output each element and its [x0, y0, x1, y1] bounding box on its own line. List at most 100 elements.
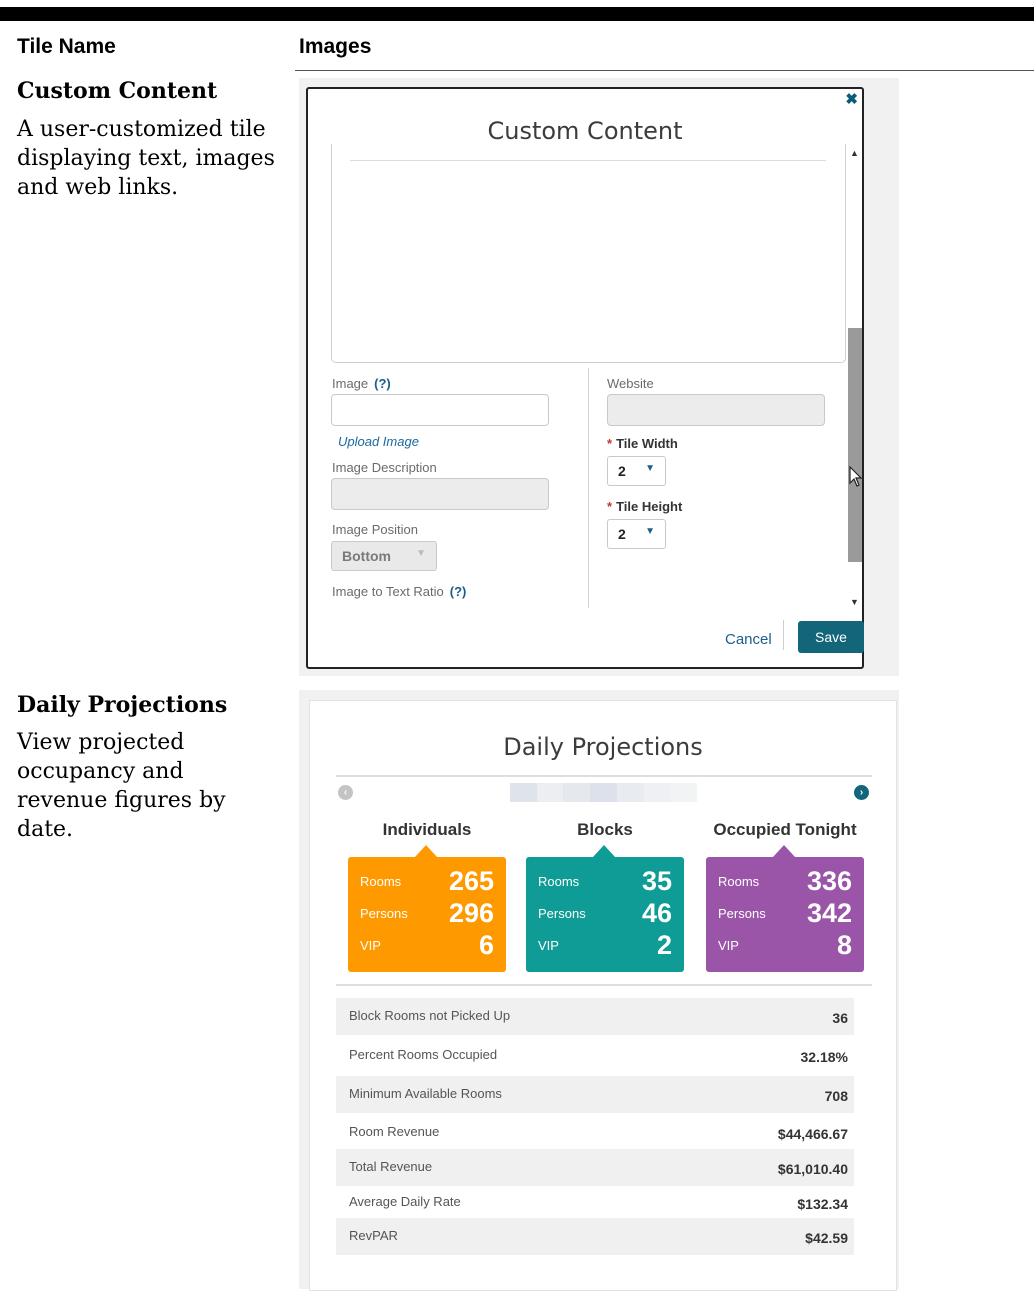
stat-label: Average Daily Rate: [349, 1194, 461, 1209]
vip-label: VIP: [360, 938, 381, 953]
tile-height-label-row: * Tile Height: [607, 499, 682, 514]
close-icon[interactable]: ✖: [845, 92, 858, 107]
column-divider: [588, 368, 589, 608]
stat-row: Block Rooms not Picked Up 36: [336, 998, 854, 1035]
stat-row: Total Revenue $61,010.40: [336, 1149, 854, 1186]
image-label-row: Image (?): [332, 376, 391, 391]
date-strip[interactable]: [510, 783, 698, 802]
stat-label: RevPAR: [349, 1228, 398, 1243]
stat-row: RevPAR $42.59: [336, 1218, 854, 1255]
vip-value: 2: [656, 930, 672, 960]
tile-height-value: 2: [618, 526, 626, 542]
header-divider: [295, 70, 1034, 71]
stats-divider: [336, 984, 872, 986]
tile-name-custom-content: Custom Content: [17, 78, 218, 104]
stat-value: $61,010.40: [777, 1161, 848, 1177]
persons-value: 46: [641, 898, 672, 928]
selection-notch: [773, 845, 795, 857]
stat-value: 32.18%: [800, 1049, 848, 1065]
chevron-down-icon: ▼: [645, 463, 655, 474]
image-position-value: Bottom: [342, 548, 391, 564]
image-label: Image: [332, 376, 369, 391]
scrollbar-thumb[interactable]: [848, 328, 862, 562]
image-position-select[interactable]: Bottom ▼: [331, 541, 437, 571]
rooms-value: 336: [806, 866, 852, 896]
cancel-button[interactable]: Cancel: [725, 631, 772, 648]
stat-row: Percent Rooms Occupied 32.18%: [336, 1037, 854, 1074]
required-marker: *: [607, 499, 613, 514]
persons-label: Persons: [718, 906, 766, 921]
ratio-help-link[interactable]: (?): [450, 584, 467, 599]
tile-description-custom-content: A user-customized tile displaying text, …: [17, 117, 275, 200]
tile-width-select[interactable]: 2 ▼: [607, 456, 666, 486]
rooms-label: Rooms: [360, 874, 402, 889]
occupied-tonight-box[interactable]: Rooms 336 Persons 342 VIP 8: [706, 845, 864, 972]
tile-height-label: Tile Height: [616, 499, 683, 514]
image-position-label: Image Position: [332, 522, 418, 537]
tile-width-label: Tile Width: [616, 436, 678, 451]
tile-title: Daily Projections: [503, 733, 703, 761]
mouse-pointer-icon: [849, 466, 863, 487]
daily-projections-card: Daily Projections ‹ › Individuals Blocks…: [309, 700, 897, 1291]
ratio-label-row: Image to Text Ratio (?): [332, 584, 466, 599]
website-input[interactable]: [607, 394, 825, 426]
group-label-blocks: Blocks: [577, 820, 633, 839]
footer-separator: [783, 620, 784, 650]
vip-value: 6: [478, 930, 494, 960]
group-label-individuals: Individuals: [382, 820, 472, 839]
scrollbar[interactable]: ▲ ▼: [846, 144, 864, 609]
upload-image-link[interactable]: Upload Image: [338, 434, 419, 449]
scroll-down-icon[interactable]: ▼: [850, 597, 859, 607]
content-editor[interactable]: [331, 144, 846, 363]
persons-label: Persons: [360, 906, 408, 921]
selection-notch: [415, 845, 437, 857]
tile-height-select[interactable]: 2 ▼: [607, 519, 666, 549]
image-description-input[interactable]: [331, 478, 549, 510]
chevron-down-icon: ▼: [645, 526, 655, 537]
individuals-box[interactable]: Rooms 265 Persons 296 VIP 6: [348, 845, 506, 972]
stat-value: 36: [832, 1010, 848, 1026]
custom-content-dialog: ✖ Custom Content ▲ ▼ Image (?) Upload Ima…: [306, 87, 864, 669]
image-description-label: Image Description: [332, 460, 437, 475]
stat-label: Percent Rooms Occupied: [349, 1047, 498, 1062]
ratio-label: Image to Text Ratio: [332, 584, 444, 599]
chevron-right-icon[interactable]: ›: [854, 785, 869, 800]
blocks-box[interactable]: Rooms 35 Persons 46 VIP 2: [526, 845, 684, 972]
scroll-up-icon[interactable]: ▲: [850, 148, 859, 158]
tile-width-label-row: * Tile Width: [607, 436, 678, 451]
vip-value: 8: [836, 930, 852, 960]
stat-row: Minimum Available Rooms 708: [336, 1076, 854, 1113]
rooms-label: Rooms: [538, 874, 580, 889]
tile-width-value: 2: [618, 463, 626, 479]
selection-notch: [593, 845, 615, 857]
editor-divider: [350, 160, 826, 161]
image-help-link[interactable]: (?): [374, 376, 391, 391]
vip-label: VIP: [718, 938, 739, 953]
stat-row: Room Revenue $44,466.67: [336, 1114, 854, 1151]
tile-description-daily-projections: View projected occupancy and revenue fig…: [17, 730, 226, 842]
save-button[interactable]: Save: [798, 621, 864, 653]
stat-label: Minimum Available Rooms: [349, 1086, 502, 1101]
rooms-value: 35: [641, 866, 672, 896]
stat-label: Room Revenue: [349, 1124, 440, 1139]
stat-value: $44,466.67: [777, 1126, 848, 1142]
stat-value: $42.59: [805, 1230, 848, 1246]
image-input[interactable]: [331, 394, 549, 426]
vip-label: VIP: [538, 938, 559, 953]
persons-label: Persons: [538, 906, 586, 921]
stat-label: Total Revenue: [349, 1159, 433, 1174]
chevron-down-icon: ▼: [416, 548, 426, 559]
persons-value: 296: [448, 898, 494, 928]
website-label: Website: [607, 376, 654, 391]
required-marker: *: [607, 436, 613, 451]
rooms-label: Rooms: [718, 874, 760, 889]
tile-name-daily-projections: Daily Projections: [17, 692, 228, 718]
chevron-left-icon[interactable]: ‹: [338, 785, 353, 800]
persons-value: 342: [806, 898, 852, 928]
stat-label: Block Rooms not Picked Up: [349, 1008, 511, 1023]
dialog-title: Custom Content: [487, 117, 683, 145]
rooms-value: 265: [448, 866, 494, 896]
table-top-border: [0, 7, 1034, 21]
column-header-images: Images: [299, 35, 372, 58]
group-label-occupied-tonight: Occupied Tonight: [713, 820, 857, 839]
